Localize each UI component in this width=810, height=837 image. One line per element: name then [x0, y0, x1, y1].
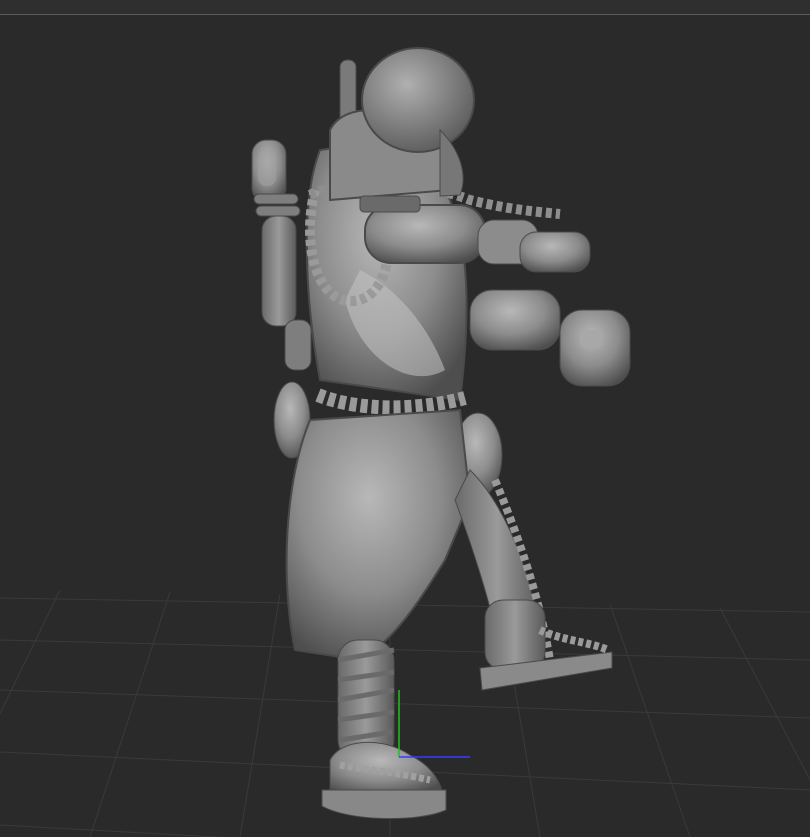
raised-left-fist: [251, 139, 301, 327]
head: [361, 47, 475, 153]
belt-rope: [315, 388, 467, 415]
3d-viewport[interactable]: [0, 0, 810, 837]
front-sandal: [321, 741, 447, 819]
sculpted-character-model[interactable]: [251, 47, 631, 819]
viewport-scene[interactable]: [0, 0, 810, 837]
transform-gizmo[interactable]: [398, 690, 470, 758]
baggy-trousers: [285, 408, 472, 662]
